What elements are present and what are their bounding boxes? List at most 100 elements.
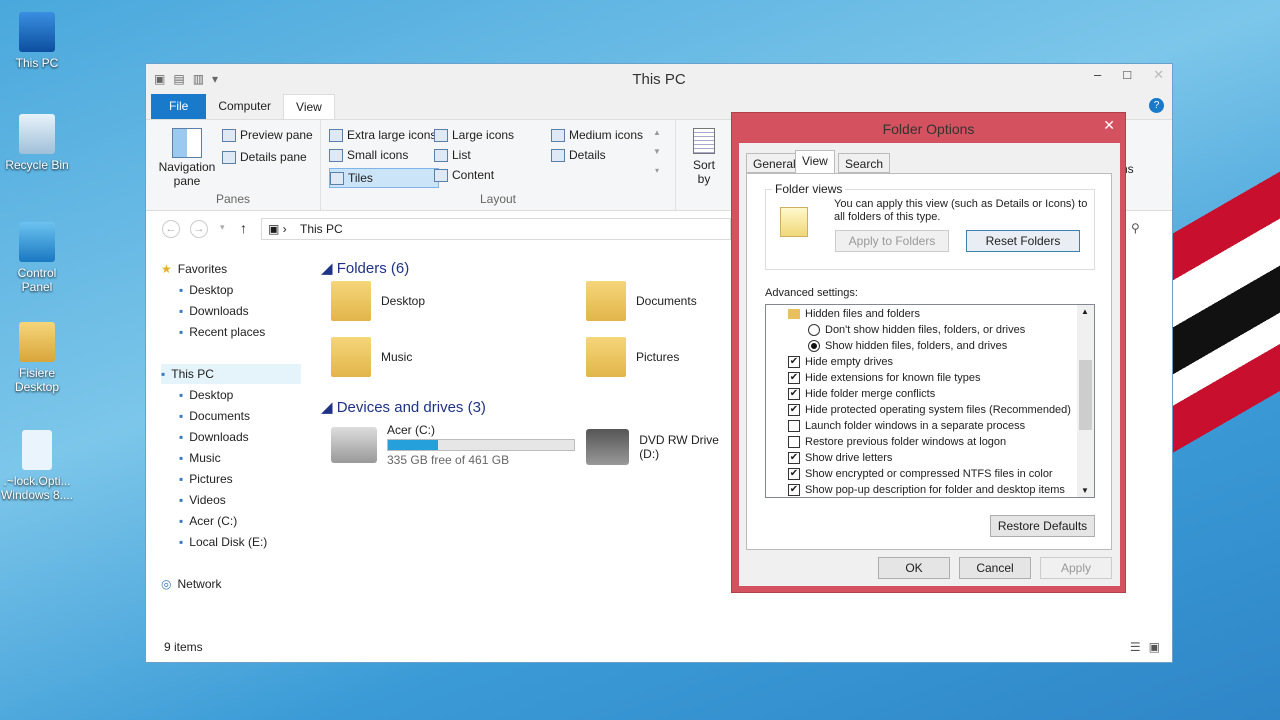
folder-icon [19, 322, 55, 362]
checkbox[interactable]: ✔ [788, 388, 800, 400]
folder-tile[interactable]: Documents [586, 281, 697, 321]
setting-radio[interactable]: Show hidden files, folders, and drives [808, 338, 1007, 354]
desktop-icon-lock-file[interactable]: .~lock.Opti... Windows 8.... [0, 430, 74, 502]
nav-favorites[interactable]: ★ Favorites [161, 259, 301, 279]
tab-view[interactable]: View [283, 94, 335, 119]
checkbox[interactable] [788, 436, 800, 448]
tab-computer[interactable]: Computer [206, 94, 283, 119]
reset-folders-button[interactable]: Reset Folders [966, 230, 1080, 252]
details-pane-button[interactable]: Details pane [222, 150, 307, 164]
large-icons-view-icon[interactable]: ▣ [1149, 640, 1160, 654]
setting-check[interactable]: ✔ Show pop-up description for folder and … [788, 482, 1065, 497]
radio-button[interactable] [808, 340, 820, 352]
setting-check[interactable]: ✔ Hide protected operating system files (… [788, 402, 1071, 418]
setting-folder[interactable]: Hidden files and folders [788, 306, 920, 322]
nav-item[interactable]: ▪ Local Disk (E:) [179, 532, 301, 552]
computer-icon [19, 12, 55, 52]
up-button[interactable]: ↑ [240, 220, 247, 236]
folder-tile[interactable]: Music [331, 337, 412, 377]
checkbox[interactable]: ✔ [788, 372, 800, 384]
title-bar: ▣ ▤ ▥ ▾ This PC – □ ✕ [146, 64, 1172, 94]
close-button[interactable]: ✕ [1153, 67, 1164, 83]
setting-check[interactable]: Restore previous folder windows at logon [788, 434, 1006, 450]
ok-button[interactable]: OK [878, 557, 950, 579]
maximize-button[interactable]: □ [1123, 67, 1131, 83]
nav-item[interactable]: ▪ Videos [179, 490, 301, 510]
search-icon[interactable]: ⚲ [1131, 221, 1140, 235]
layout-option-large-icons[interactable]: Large icons [434, 128, 514, 142]
setting-check[interactable]: ✔ Hide extensions for known file types [788, 370, 980, 386]
folders-header[interactable]: ◢ Folders (6) [321, 259, 409, 277]
layout-option-details[interactable]: Details [551, 148, 606, 162]
back-button[interactable]: ← [162, 220, 180, 238]
address-text: This PC [300, 222, 343, 236]
layout-scroll[interactable]: ▲ ▼ ▾ [653, 128, 661, 175]
drive-c-tile[interactable]: Acer (C:) 335 GB free of 461 GB [331, 423, 575, 467]
navigation-pane-button[interactable]: Navigation pane [158, 128, 216, 188]
setting-check[interactable]: ✔ Show drive letters [788, 450, 892, 466]
help-icon[interactable]: ? [1149, 98, 1164, 113]
checkbox[interactable] [788, 420, 800, 432]
setting-radio[interactable]: Don't show hidden files, folders, or dri… [808, 322, 1025, 338]
preview-pane-button[interactable]: Preview pane [222, 128, 313, 142]
nav-item[interactable]: ▪ Desktop [179, 280, 301, 300]
layout-option-content[interactable]: Content [434, 168, 494, 182]
nav-item[interactable]: ▪ Pictures [179, 469, 301, 489]
folder-tile[interactable]: Desktop [331, 281, 425, 321]
dialog-close-button[interactable]: ✕ [1103, 117, 1115, 134]
folder-tile[interactable]: Pictures [586, 337, 679, 377]
minimize-button[interactable]: – [1094, 67, 1101, 83]
setting-check[interactable]: Launch folder windows in a separate proc… [788, 418, 1025, 434]
apply-button[interactable]: Apply [1040, 557, 1112, 579]
setting-check[interactable]: ✔ Hide empty drives [788, 354, 893, 370]
checkbox[interactable]: ✔ [788, 484, 800, 496]
desktop-icon-control-panel[interactable]: Control Panel [0, 222, 74, 294]
layout-option-small-icons[interactable]: Small icons [329, 148, 408, 162]
group-label: Layout [479, 192, 517, 206]
nav-item[interactable]: ▪ Recent places [179, 322, 301, 342]
sort-by-button[interactable]: Sort by [691, 128, 717, 186]
nav-item[interactable]: ▪ Documents [179, 406, 301, 426]
desktop-icon-this-pc[interactable]: This PC [0, 12, 74, 70]
tab-file[interactable]: File [151, 94, 207, 119]
setting-check[interactable]: ✔ Hide folder merge conflicts [788, 386, 935, 402]
layout-option-label: Large icons [452, 128, 515, 142]
forward-button[interactable]: → [190, 220, 208, 238]
desktop-icon-fisiere-desktop[interactable]: Fisiere Desktop [0, 322, 74, 394]
radio-button[interactable] [808, 324, 820, 336]
setting-check[interactable]: ✔ Show encrypted or compressed NTFS files… [788, 466, 1053, 482]
checkbox[interactable]: ✔ [788, 452, 800, 464]
restore-defaults-button[interactable]: Restore Defaults [990, 515, 1095, 537]
nav-item[interactable]: ▪ Desktop [179, 385, 301, 405]
drive-name: Acer (C:) [387, 423, 435, 437]
nav-this-pc[interactable]: ▪ This PC [161, 364, 301, 384]
layout-option-list[interactable]: List [434, 148, 471, 162]
nav-network[interactable]: ◎ Network [161, 574, 301, 594]
nav-item-label: Downloads [189, 304, 249, 318]
devices-header[interactable]: ◢ Devices and drives (3) [321, 398, 486, 416]
checkbox[interactable]: ✔ [788, 468, 800, 480]
address-bar[interactable]: ▣ › This PC [261, 218, 731, 240]
cancel-button[interactable]: Cancel [959, 557, 1031, 579]
recent-locations-icon[interactable]: ▾ [220, 222, 225, 233]
layout-option-extra-large-icons[interactable]: Extra large icons [329, 128, 436, 142]
nav-item[interactable]: ▪ Downloads [179, 427, 301, 447]
layout-option-medium-icons[interactable]: Medium icons [551, 128, 643, 142]
tab-search[interactable]: Search [838, 153, 891, 173]
nav-item[interactable]: ▪ Downloads [179, 301, 301, 321]
nav-item[interactable]: ▪ Music [179, 448, 301, 468]
folder-icon: ▪ [179, 430, 184, 444]
desktop-icon-label: .~lock.Opti... Windows 8.... [0, 474, 74, 502]
details-view-icon[interactable]: ☰ [1130, 640, 1141, 654]
desktop-icon-recycle-bin[interactable]: Recycle Bin [0, 114, 74, 172]
checkbox[interactable]: ✔ [788, 356, 800, 368]
layout-option-tiles[interactable]: Tiles [329, 168, 439, 188]
checkbox[interactable]: ✔ [788, 404, 800, 416]
nav-item[interactable]: ▪ Acer (C:) [179, 511, 301, 531]
list-scrollbar[interactable]: ▲ ▼ [1077, 305, 1094, 497]
apply-to-folders-button[interactable]: Apply to Folders [835, 230, 949, 252]
tab-view[interactable]: View [795, 150, 835, 174]
setting-label: Hide extensions for known file types [805, 372, 981, 384]
dvd-drive-tile[interactable]: DVD RW Drive (D:) [586, 429, 736, 465]
layout-icon [551, 128, 565, 142]
